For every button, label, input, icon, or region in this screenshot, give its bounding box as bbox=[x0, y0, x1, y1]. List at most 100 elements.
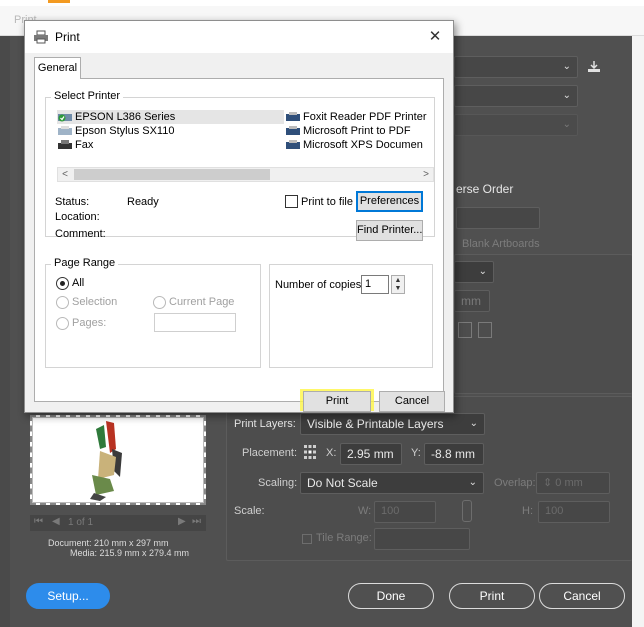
y-field[interactable]: -8.8 mm bbox=[424, 443, 484, 465]
media-info: Media: 215.9 mm x 279.4 mm bbox=[70, 548, 190, 558]
x-label: X: bbox=[326, 447, 337, 459]
placement-grid-icon[interactable] bbox=[303, 444, 317, 460]
printer-item-epson-l386[interactable]: EPSON L386 Series bbox=[57, 110, 284, 124]
document-info: Document: 210 mm x 297 mm bbox=[48, 538, 169, 548]
bg-size-select[interactable]: ⌄ bbox=[454, 261, 494, 283]
dialog-title: Print bbox=[55, 30, 80, 44]
placement-label: Placement: bbox=[242, 447, 298, 459]
prev-page-icon[interactable]: ◀ bbox=[52, 516, 60, 527]
tile-range-label: Tile Range: bbox=[316, 532, 372, 544]
blank-artboards-label[interactable]: Blank Artboards bbox=[462, 238, 540, 250]
printer-item-fax[interactable]: Fax bbox=[57, 138, 93, 152]
location-label: Location: bbox=[55, 211, 100, 223]
printer-icon bbox=[286, 140, 300, 149]
tile-range-field bbox=[374, 528, 470, 550]
bg-left-margin bbox=[0, 36, 10, 627]
comment-label: Comment: bbox=[55, 228, 106, 240]
printer-item-ms-pdf[interactable]: Microsoft Print to PDF bbox=[285, 124, 411, 138]
dialog-print-button[interactable]: Print bbox=[303, 391, 371, 412]
printer-icon bbox=[58, 126, 72, 135]
portrait-icon[interactable] bbox=[458, 322, 472, 338]
tab-general[interactable]: General bbox=[34, 57, 81, 79]
bg-preset-select[interactable]: ⌄ bbox=[454, 56, 578, 78]
fax-icon bbox=[58, 140, 72, 149]
status-label: Status: bbox=[55, 196, 90, 208]
preferences-button[interactable]: Preferences bbox=[356, 191, 423, 212]
printer-name: EPSON L386 Series bbox=[75, 111, 176, 123]
range-all-radio[interactable] bbox=[56, 277, 69, 290]
w-field: 100 bbox=[374, 501, 436, 523]
setup-button[interactable]: Setup... bbox=[26, 583, 110, 609]
page-range-label: Page Range bbox=[51, 257, 119, 269]
printer-item-foxit[interactable]: Foxit Reader PDF Printer bbox=[285, 110, 426, 124]
chevron-down-icon: ⌄ bbox=[478, 266, 487, 277]
dialog-cancel-button[interactable]: Cancel bbox=[379, 391, 445, 412]
chevron-down-icon: ⌄ bbox=[562, 61, 571, 72]
printer-item-ms-xps[interactable]: Microsoft XPS Documen bbox=[285, 138, 423, 152]
copies-input[interactable]: 1 bbox=[361, 275, 389, 294]
radio-selected-dot bbox=[60, 281, 65, 286]
print-to-file-checkbox[interactable] bbox=[285, 195, 298, 208]
landscape-icon[interactable] bbox=[478, 322, 492, 338]
printer-name: Foxit Reader PDF Printer bbox=[303, 111, 427, 123]
scroll-left-icon[interactable]: < bbox=[58, 168, 72, 181]
range-selection-label: Selection bbox=[72, 296, 118, 308]
printer-name: Microsoft Print to PDF bbox=[303, 125, 411, 137]
scrollbar-thumb[interactable] bbox=[74, 169, 270, 180]
next-page-icon[interactable]: ▶ bbox=[178, 516, 186, 527]
range-all-label: All bbox=[72, 277, 85, 289]
h-field: 100 bbox=[538, 501, 610, 523]
page-nav-text: 1 of 1 bbox=[68, 517, 94, 528]
overlap-label: Overlap: bbox=[494, 477, 536, 489]
printer-name: Microsoft XPS Documen bbox=[303, 139, 423, 151]
windows-print-dialog: Print ✕ General Select Printer EPSON L38… bbox=[24, 20, 454, 413]
copies-label: Number of copies: bbox=[275, 279, 365, 291]
range-current-page-label: Current Page bbox=[169, 296, 235, 308]
artwork-thumbnail bbox=[90, 421, 122, 501]
scroll-right-icon[interactable]: > bbox=[419, 168, 433, 181]
status-value: Ready bbox=[127, 196, 159, 208]
range-current-page-radio bbox=[153, 296, 166, 309]
select-printer-label: Select Printer bbox=[51, 90, 124, 102]
scaling-value: Do Not Scale bbox=[307, 476, 378, 490]
y-label: Y: bbox=[411, 447, 421, 459]
overlap-value: 0 mm bbox=[555, 477, 583, 489]
scale-label: Scale: bbox=[234, 505, 265, 517]
link-icon bbox=[462, 500, 472, 522]
printer-icon bbox=[286, 126, 300, 135]
first-page-icon[interactable]: ⏮ bbox=[34, 516, 43, 527]
stepper-icon: ⇕ bbox=[543, 477, 556, 489]
bg-right-frame bbox=[632, 36, 644, 627]
spin-down-icon[interactable]: ▼ bbox=[392, 285, 404, 293]
print-layers-select[interactable]: Visible & Printable Layers ⌄ bbox=[300, 413, 485, 435]
print-button-main[interactable]: Print bbox=[449, 583, 535, 609]
printer-item-epson-sx110[interactable]: Epson Stylus SX110 bbox=[57, 124, 174, 138]
copies-spinner[interactable]: ▲ ▼ bbox=[391, 275, 405, 294]
chevron-down-icon: ⌄ bbox=[562, 119, 571, 130]
x-field[interactable]: 2.95 mm bbox=[340, 443, 402, 465]
printer-list-scrollbar[interactable]: < > bbox=[57, 167, 434, 182]
print-layers-label: Print Layers: bbox=[234, 418, 296, 430]
cancel-button-main[interactable]: Cancel bbox=[539, 583, 625, 609]
print-layers-value: Visible & Printable Layers bbox=[307, 417, 444, 431]
bg-height-field: mm bbox=[454, 290, 490, 312]
chevron-down-icon: ⌄ bbox=[469, 418, 478, 429]
chevron-down-icon: ⌄ bbox=[562, 90, 571, 101]
print-to-file-label: Print to file bbox=[301, 196, 353, 208]
last-page-icon[interactable]: ⏭ bbox=[192, 516, 201, 527]
scaling-label: Scaling: bbox=[258, 477, 298, 489]
printer-name: Epson Stylus SX110 bbox=[75, 125, 175, 137]
printer-icon bbox=[286, 112, 300, 121]
reverse-order-label[interactable]: erse Order bbox=[456, 182, 513, 196]
close-icon[interactable]: ✕ bbox=[425, 27, 445, 45]
done-button[interactable]: Done bbox=[348, 583, 434, 609]
save-preset-icon[interactable] bbox=[586, 60, 602, 74]
bg-printer-select[interactable]: ⌄ bbox=[454, 85, 578, 107]
chevron-down-icon: ⌄ bbox=[468, 477, 477, 488]
find-printer-button[interactable]: Find Printer... bbox=[356, 220, 423, 241]
h-label: H: bbox=[522, 505, 533, 517]
range-pages-radio bbox=[56, 317, 69, 330]
scaling-select[interactable]: Do Not Scale ⌄ bbox=[300, 472, 484, 494]
printer-icon bbox=[34, 30, 48, 44]
spin-up-icon[interactable]: ▲ bbox=[392, 277, 404, 285]
